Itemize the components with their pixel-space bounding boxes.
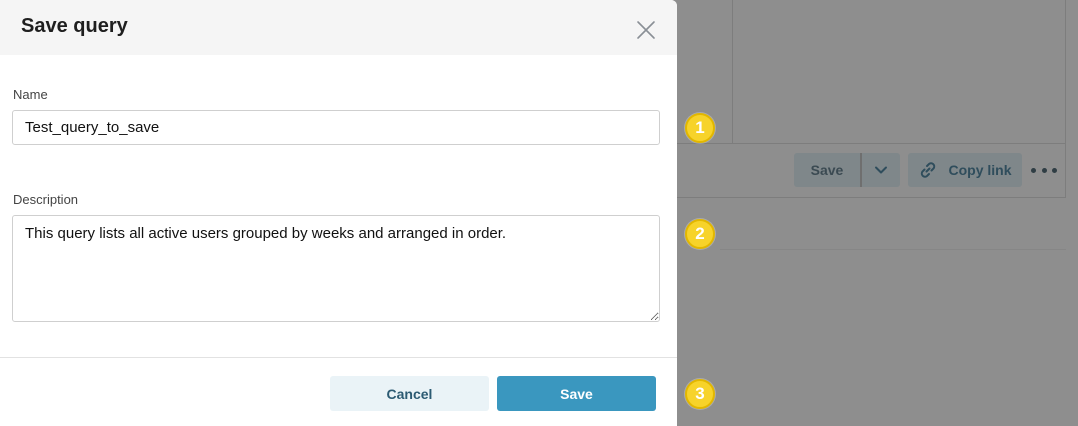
description-textarea[interactable]: This query lists all active users groupe… xyxy=(12,215,660,322)
close-icon xyxy=(637,21,655,39)
copy-link-label: Copy link xyxy=(948,162,1012,178)
link-icon xyxy=(921,162,936,178)
callout-badge: 2 xyxy=(685,219,715,249)
callout-badge: 3 xyxy=(685,379,715,409)
save-options-button xyxy=(862,153,900,187)
footer-divider xyxy=(0,357,677,358)
cancel-button[interactable]: Cancel xyxy=(330,376,489,411)
save-button[interactable]: Save xyxy=(497,376,656,411)
copy-link-button: Copy link xyxy=(908,153,1022,187)
panel-divider xyxy=(720,249,1066,250)
toolbar-save-button: Save xyxy=(794,153,860,187)
panel-divider xyxy=(732,0,733,143)
description-label: Description xyxy=(13,192,79,207)
name-label: Name xyxy=(13,87,48,102)
callout-badge: 1 xyxy=(685,113,715,143)
save-query-dialog: Save query Name Description This query l… xyxy=(0,0,677,426)
toolbar-save-split-button: Save xyxy=(794,153,900,187)
panel-divider xyxy=(677,197,1066,198)
panel-divider xyxy=(677,143,1066,144)
close-button[interactable] xyxy=(635,19,657,41)
chevron-down-icon xyxy=(875,166,887,174)
more-options-icon xyxy=(1031,160,1057,180)
panel-divider xyxy=(1065,0,1066,197)
dialog-header: Save query xyxy=(0,0,677,55)
dialog-title: Save query xyxy=(21,15,128,37)
name-input[interactable] xyxy=(12,110,660,145)
